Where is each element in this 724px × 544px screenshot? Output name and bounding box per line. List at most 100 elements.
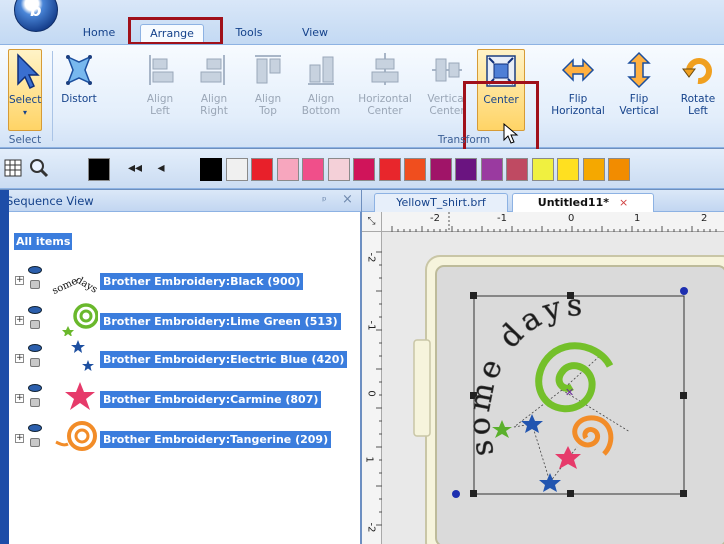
select-button[interactable]: Select ▾ [8, 49, 42, 131]
expand-icon[interactable]: + [15, 276, 24, 285]
document-tabs: YellowT_shirt.brf Untitled11* × [362, 190, 724, 212]
expand-icon[interactable]: + [15, 394, 24, 403]
vertical-center-label: Vertical Center [427, 93, 467, 117]
eye-icon[interactable] [28, 384, 42, 392]
ruler-label: -1 [365, 320, 377, 331]
ribbon: Select ▾ Select Distort Align Left Align… [0, 44, 724, 189]
color-swatch[interactable] [557, 158, 579, 181]
lock-icon[interactable] [30, 280, 40, 289]
left-arrow-icon[interactable]: ◂ [150, 157, 172, 179]
align-right-icon [200, 55, 225, 85]
color-swatch[interactable] [302, 158, 324, 181]
vertical-center-button[interactable]: Vertical Center [422, 49, 472, 131]
tab-untitled11[interactable]: Untitled11* × [512, 193, 654, 212]
current-color-swatch[interactable] [88, 158, 110, 181]
color-swatch[interactable] [429, 158, 452, 181]
ruler-label: 2 [701, 213, 708, 224]
magnifier-icon[interactable] [28, 157, 50, 179]
tab-tools[interactable]: Tools [227, 24, 271, 44]
eye-icon[interactable] [28, 266, 42, 274]
lock-icon[interactable] [30, 358, 40, 367]
expand-icon[interactable]: + [15, 354, 24, 363]
design-canvas[interactable]: -2 -1 0 1 2 -2 -1 0 1 -2 ⤡ ✕ some days [362, 212, 724, 544]
grid-view-icon[interactable] [2, 157, 24, 179]
pin-icon[interactable]: ᵖ [322, 194, 327, 207]
color-toolbar: ◂◂ ◂ [0, 149, 724, 189]
ribbon-tab-bar: b Home Arrange Tools View [0, 0, 724, 45]
horizontal-center-icon [371, 53, 399, 85]
ruler-label: -1 [497, 213, 507, 224]
center-button[interactable]: Center [477, 49, 525, 131]
ruler-label: 1 [363, 456, 375, 463]
select-arrow-icon [17, 53, 40, 90]
flip-horizontal-icon [561, 58, 595, 82]
vertical-ruler: -2 -1 0 1 -2 [362, 212, 382, 544]
lock-icon[interactable] [30, 398, 40, 407]
align-top-button[interactable]: Align Top [250, 49, 286, 131]
rotate-left-label: Rotate Left [680, 93, 716, 117]
color-swatch[interactable] [251, 158, 273, 181]
align-bottom-button[interactable]: Align Bottom [300, 49, 342, 131]
flip-horizontal-button[interactable]: Flip Horizontal [542, 49, 614, 131]
lock-icon[interactable] [30, 438, 40, 447]
color-swatch[interactable] [531, 158, 554, 181]
align-left-button[interactable]: Align Left [142, 49, 178, 131]
svg-text:some: some [51, 276, 80, 296]
center-label: Center [483, 94, 519, 106]
align-left-label: Align Left [146, 93, 174, 117]
application-button[interactable]: b [14, 0, 58, 32]
color-swatch[interactable] [327, 158, 350, 181]
color-swatch[interactable] [608, 158, 630, 181]
tab-home[interactable]: Home [77, 24, 121, 44]
all-items-node[interactable]: All items [14, 233, 73, 250]
expand-icon[interactable]: + [15, 434, 24, 443]
distort-button[interactable]: Distort [58, 49, 100, 131]
tab-view[interactable]: View [293, 24, 337, 44]
group-label-select: Select [8, 134, 42, 146]
color-swatch[interactable] [225, 158, 248, 181]
ruler-label: -2 [365, 522, 377, 533]
lock-icon[interactable] [30, 320, 40, 329]
color-swatch[interactable] [506, 158, 528, 181]
expand-icon[interactable]: + [15, 316, 24, 325]
center-icon [486, 55, 516, 87]
align-right-label: Align Right [200, 93, 228, 117]
flip-vertical-icon [627, 51, 651, 89]
tab-arrange[interactable]: Arrange [140, 24, 204, 44]
horizontal-center-button[interactable]: Horizontal Center [352, 49, 418, 131]
ruler-label: 1 [634, 213, 641, 224]
sequence-item-label: Brother Embroidery:Electric Blue (420) [100, 351, 348, 368]
blue-stars-icon [71, 340, 94, 371]
horizontal-center-label: Horizontal Center [358, 93, 412, 117]
color-swatch[interactable] [480, 158, 503, 181]
sequence-view-header: Sequence View ᵖ × [0, 190, 361, 212]
double-left-arrow-icon[interactable]: ◂◂ [124, 157, 146, 179]
green-spiral-icon [62, 303, 98, 336]
vertical-center-icon [432, 58, 462, 82]
color-swatch[interactable] [276, 158, 299, 181]
svg-text:days: days [74, 275, 98, 296]
eye-icon[interactable] [28, 306, 42, 314]
color-swatch[interactable] [378, 158, 401, 181]
close-tab-icon[interactable]: × [619, 196, 628, 209]
eye-icon[interactable] [28, 344, 42, 352]
color-swatch[interactable] [200, 158, 222, 181]
select-label: Select [9, 94, 42, 106]
embroidery-hoop: ✕ some days [413, 255, 724, 544]
ruler-corner[interactable]: ⤡ [362, 212, 382, 232]
sequence-item-label: Brother Embroidery:Carmine (807) [100, 391, 322, 408]
eye-icon[interactable] [28, 424, 42, 432]
rotate-left-button[interactable]: Rotate Left [674, 49, 722, 131]
distort-icon [66, 55, 92, 85]
tab-yellowt-shirt[interactable]: YellowT_shirt.brf [374, 193, 508, 212]
ruler-label: -2 [430, 213, 440, 224]
group-label-transform: Transform [437, 134, 491, 146]
color-swatch[interactable] [353, 158, 375, 181]
color-swatch[interactable] [404, 158, 426, 181]
align-right-button[interactable]: Align Right [196, 49, 232, 131]
color-swatch[interactable] [455, 158, 477, 181]
close-icon[interactable]: × [342, 192, 353, 207]
color-swatch[interactable] [582, 158, 605, 181]
flip-vertical-button[interactable]: Flip Vertical [614, 49, 664, 131]
sequence-item-label: Brother Embroidery:Black (900) [100, 273, 304, 290]
